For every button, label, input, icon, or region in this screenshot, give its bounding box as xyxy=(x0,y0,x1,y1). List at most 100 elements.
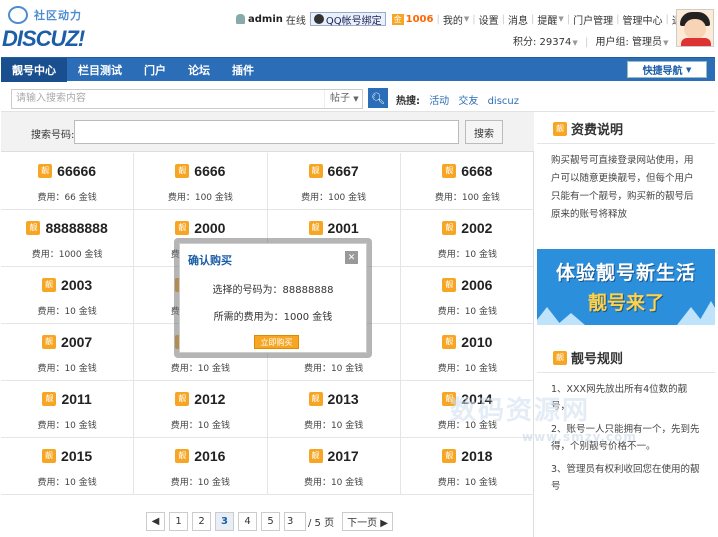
pretty-number-tag-icon: 靓 xyxy=(442,164,457,178)
search-placeholder: 请输入搜索内容 xyxy=(16,93,86,104)
chevron-down-icon: ▼ xyxy=(558,15,564,23)
nav-item-plugins[interactable]: 插件 xyxy=(221,58,265,82)
number-cell[interactable]: 靓 2013 费用：10 金钱 xyxy=(267,381,401,438)
qq-bind-button[interactable]: QQ帐号绑定 xyxy=(309,12,386,27)
number-cell[interactable]: 靓 2010 费用：10 金钱 xyxy=(400,324,534,381)
rules-title-text: 靓号规则 xyxy=(571,352,624,367)
number-value: 靓 2003 xyxy=(1,277,133,293)
buy-now-button[interactable]: 立即购买 xyxy=(254,335,299,349)
number-cell[interactable]: 靓 6667 费用：100 金钱 xyxy=(267,153,401,210)
number-text: 2012 xyxy=(194,391,226,407)
menu-settings[interactable]: 设置 xyxy=(479,12,499,27)
pretty-number-tag-icon: 靓 xyxy=(308,221,323,235)
number-value: 靓 2014 xyxy=(401,391,534,407)
number-value: 靓 2018 xyxy=(401,448,534,464)
menu-reminders[interactable]: 提醒 xyxy=(537,12,557,27)
number-cell[interactable]: 靓 2015 费用：10 金钱 xyxy=(1,438,135,495)
pretty-number-tag-icon: 靓 xyxy=(42,392,57,406)
search-scope-select[interactable]: 帖子 ▼ xyxy=(324,90,362,108)
quick-nav-label: 快捷导航 xyxy=(642,66,683,77)
next-page-button[interactable]: 下一页 ▶ xyxy=(342,512,393,531)
prev-page-button[interactable]: ◀ xyxy=(146,512,165,531)
promo-banner[interactable]: 体验靓号新生活 靓号来了 xyxy=(537,249,715,325)
logo-en-text: DISCUZ! xyxy=(2,26,85,51)
number-search-button[interactable]: 搜索 xyxy=(465,120,503,144)
nav-item-portal[interactable]: 门户 xyxy=(133,58,177,82)
avatar[interactable] xyxy=(676,9,714,47)
current-page: 3 xyxy=(215,512,234,531)
number-cell[interactable]: 靓 6666 费用：100 金钱 xyxy=(134,153,268,210)
number-cell[interactable]: 靓 66666 费用：66 金钱 xyxy=(1,153,135,210)
page-link[interactable]: 1 xyxy=(169,512,188,531)
number-fee: 费用：10 金钱 xyxy=(37,364,97,374)
nav-item-column-test[interactable]: 栏目测试 xyxy=(67,58,133,82)
number-fee: 费用：10 金钱 xyxy=(303,364,364,374)
number-cell[interactable]: 靓 2017 费用：10 金钱 xyxy=(267,438,401,495)
pretty-number-tag-icon: 靓 xyxy=(442,278,457,292)
discuz-logo[interactable]: 社区动力 DISCUZ! xyxy=(2,4,112,52)
close-icon[interactable]: ✕ xyxy=(345,251,358,264)
number-text: 2017 xyxy=(327,448,359,464)
number-value: 靓 6667 xyxy=(268,163,400,179)
hot-search-item[interactable]: 交友 xyxy=(458,96,478,107)
number-cell[interactable]: 靓 2018 费用：10 金钱 xyxy=(400,438,534,495)
number-cell[interactable]: 靓 2012 费用：10 金钱 xyxy=(134,381,268,438)
number-value: 靓 2006 xyxy=(401,277,534,293)
number-value: 靓 2002 xyxy=(401,220,534,236)
number-cell[interactable]: 靓 2007 费用：10 金钱 xyxy=(1,324,135,381)
fee-title-text: 资费说明 xyxy=(571,123,624,138)
chevron-down-icon: ▼ xyxy=(686,65,692,74)
number-fee: 费用：10 金钱 xyxy=(170,364,231,374)
number-cell[interactable]: 靓 2011 费用：10 金钱 xyxy=(1,381,135,438)
number-text: 2015 xyxy=(61,448,93,464)
number-value: 靓 88888888 xyxy=(1,220,133,236)
search-scope-label: 帖子 xyxy=(330,93,350,104)
number-cell[interactable]: 靓 2002 费用：10 金钱 xyxy=(400,210,534,267)
menu-portal-admin[interactable]: 门户管理 xyxy=(573,12,613,27)
number-value: 靓 2016 xyxy=(134,448,266,464)
confirm-dialog-frame: 确认购买 ✕ 选择的号码为：88888888 所需的费用为：1000 金钱 立即… xyxy=(174,238,372,358)
number-fee: 费用：10 金钱 xyxy=(37,478,97,488)
nav-item-forum[interactable]: 论坛 xyxy=(177,58,221,82)
number-value: 靓 2012 xyxy=(134,391,266,407)
hot-search-item[interactable]: discuz xyxy=(488,96,519,107)
number-fee: 费用：10 金钱 xyxy=(437,364,498,374)
logo-cn-text: 社区动力 xyxy=(34,9,82,22)
number-cell[interactable]: 靓 2014 费用：10 金钱 xyxy=(400,381,534,438)
hot-search-item[interactable]: 活动 xyxy=(429,96,449,107)
rule-item: 3、管理员有权利收回您在使用的靓号 xyxy=(551,464,700,492)
credits-link[interactable]: 积分: 29374 xyxy=(513,37,571,48)
number-cell[interactable]: 靓 2003 费用：10 金钱 xyxy=(1,267,135,324)
rules-panel: 靓靓号规则 1、XXX网先放出所有4位数的靓号， 2、账号一人只能拥有一个，先到… xyxy=(537,343,715,509)
number-fee: 费用：10 金钱 xyxy=(437,421,498,431)
number-cell[interactable]: 靓 6668 费用：100 金钱 xyxy=(400,153,534,210)
page-link[interactable]: 4 xyxy=(238,512,257,531)
page-link[interactable]: 5 xyxy=(261,512,280,531)
rule-item: 2、账号一人只能拥有一个，先到先得，个别靓号价格不一。 xyxy=(551,424,700,452)
quick-nav-button[interactable]: 快捷导航 ▼ xyxy=(627,61,707,78)
number-text: 2006 xyxy=(461,277,493,293)
site-search-bar: 请输入搜索内容 帖子 ▼ 🔍︎ 热搜: 活动 交友 discuz xyxy=(1,84,715,112)
pretty-number-tag-icon: 靓 xyxy=(38,164,53,178)
pretty-number-tag-icon: 靓 xyxy=(442,335,457,349)
number-cell[interactable]: 靓 2006 费用：10 金钱 xyxy=(400,267,534,324)
page-link[interactable]: 2 xyxy=(192,512,211,531)
number-cell[interactable]: 靓 2016 费用：10 金钱 xyxy=(134,438,268,495)
divider: | xyxy=(501,13,505,25)
nav-item-pretty-number[interactable]: 靓号中心 xyxy=(1,57,67,82)
number-fee: 费用：66 金钱 xyxy=(37,193,97,203)
username-link[interactable]: admin xyxy=(248,14,283,25)
number-value: 靓 2013 xyxy=(268,391,400,407)
banner-line1: 体验靓号新生活 xyxy=(555,262,696,284)
usergroup-link[interactable]: 用户组: 管理员 xyxy=(596,37,663,48)
number-cell[interactable]: 靓 88888888 费用：1000 金钱 xyxy=(1,210,135,267)
menu-messages[interactable]: 消息 xyxy=(508,12,528,27)
pretty-number-tag-icon: 靓 xyxy=(42,278,57,292)
menu-my[interactable]: 我的 xyxy=(443,12,463,27)
search-input[interactable]: 请输入搜索内容 帖子 ▼ xyxy=(11,89,363,109)
search-button[interactable]: 🔍︎ xyxy=(368,88,388,108)
menu-admin-center[interactable]: 管理中心 xyxy=(623,12,663,27)
page-jump-input[interactable]: 3 xyxy=(284,512,306,531)
number-search-input[interactable] xyxy=(74,120,459,144)
number-text: 2016 xyxy=(194,448,226,464)
